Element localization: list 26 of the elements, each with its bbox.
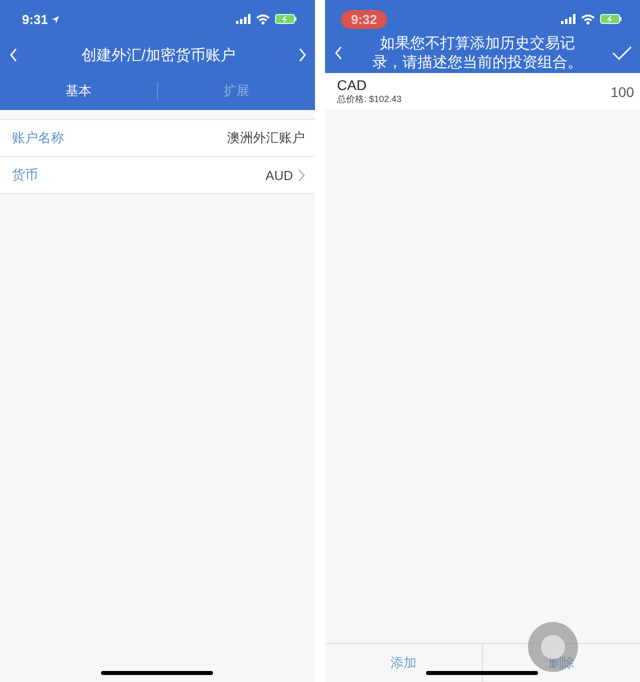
- chevron-right-icon: [299, 48, 307, 62]
- toolbar-button[interactable]: 添加: [325, 644, 482, 682]
- wifi-icon: [256, 14, 270, 24]
- battery-icon: [275, 14, 297, 24]
- screen-title: 创建外汇/加密货币账户: [80, 46, 237, 64]
- field-value[interactable]: AUD: [266, 168, 293, 182]
- tab[interactable]: 扩展: [158, 82, 315, 100]
- checkmark-icon: [612, 45, 632, 61]
- field-label: 货币: [12, 166, 38, 184]
- signal-icon: [236, 14, 251, 24]
- holding-name: CAD: [337, 77, 368, 93]
- status-time: 9:31: [22, 12, 48, 26]
- holding-total: 总价格: $102.43: [337, 93, 402, 106]
- chevron-left-icon: [335, 46, 343, 60]
- assistive-touch-button[interactable]: [528, 622, 578, 672]
- tab[interactable]: 基本: [0, 82, 157, 100]
- chevron-left-icon: [10, 48, 18, 62]
- field-label: 账户名称: [12, 129, 64, 147]
- field-value: 澳洲外汇账户: [227, 129, 305, 147]
- signal-icon: [561, 14, 576, 24]
- battery-icon: [600, 14, 622, 24]
- chevron-right-icon: [298, 168, 305, 182]
- screen-title: 如果您不打算添加历史交易记录，请描述您当前的投资组合。: [372, 34, 584, 72]
- status-time: 9:32: [341, 10, 388, 28]
- wifi-icon: [581, 14, 595, 24]
- holding-quantity: 100: [610, 84, 634, 100]
